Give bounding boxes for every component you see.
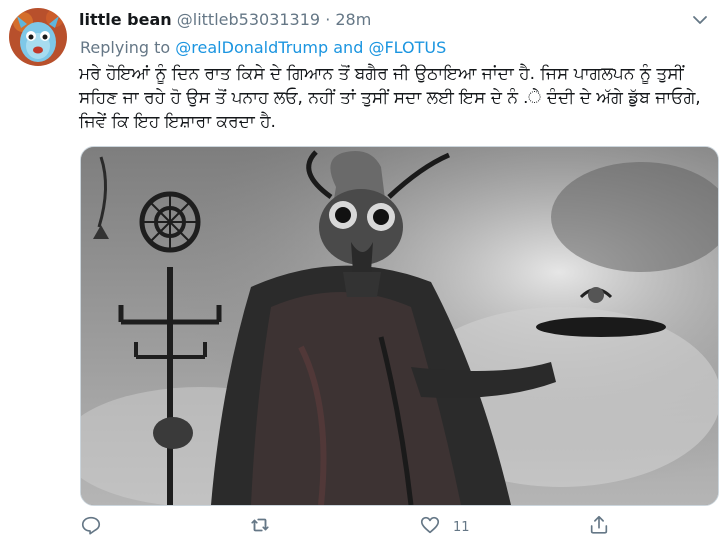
share-icon: [588, 514, 610, 540]
tweet-header: little bean @littleb53031319 · 28m: [79, 10, 692, 32]
replying-to: Replying to @realDonaldTrump and @FLOTUS: [80, 38, 446, 57]
mention-link-1[interactable]: @realDonaldTrump: [175, 38, 328, 57]
display-name[interactable]: little bean: [79, 10, 172, 29]
mention-and[interactable]: and: [333, 38, 363, 57]
like-button[interactable]: 11: [419, 514, 470, 540]
retweet-icon: [249, 514, 271, 540]
replying-to-label: Replying to: [80, 38, 171, 57]
media-image[interactable]: [80, 146, 719, 506]
heart-icon: [419, 514, 441, 540]
avatar[interactable]: [9, 8, 67, 66]
reply-icon: [80, 514, 102, 540]
avatar-image: [9, 8, 67, 66]
share-button[interactable]: [588, 514, 610, 540]
reply-button[interactable]: [80, 514, 114, 540]
user-handle[interactable]: @littleb53031319: [177, 10, 320, 29]
tweet-text: ਮਰੇ ਹੋਇਆਂ ਨੂੰ ਦਿਨ ਰਾਤ ਕਿਸੇ ਦੇ ਗਿਆਨ ਤੋਂ ਬ…: [79, 64, 701, 132]
separator-dot: ·: [325, 10, 331, 29]
retweet-button[interactable]: [249, 514, 283, 540]
chevron-down-icon[interactable]: [690, 12, 710, 28]
timestamp[interactable]: 28m: [335, 10, 371, 29]
masked-figure-image: [81, 147, 718, 505]
tweet-actions: 11: [80, 514, 680, 540]
like-count: 11: [453, 519, 470, 535]
tweet: little bean @littleb53031319 · 28m Reply…: [0, 0, 722, 543]
mention-link-2[interactable]: @FLOTUS: [368, 38, 446, 57]
